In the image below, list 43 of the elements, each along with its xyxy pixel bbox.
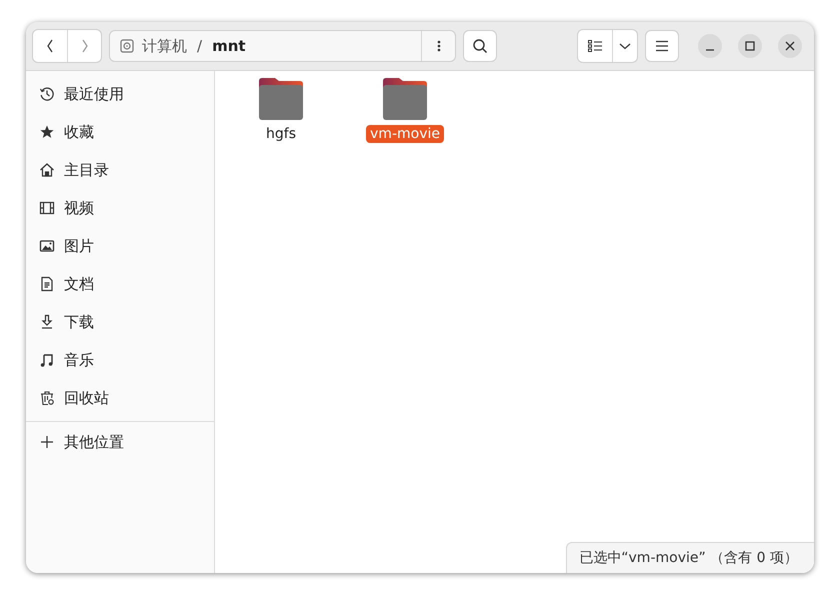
maximize-button[interactable] (738, 34, 762, 58)
file-name[interactable]: hgfs (262, 125, 300, 143)
sidebar-item[interactable]: 其他位置 (26, 423, 214, 461)
close-button[interactable] (778, 34, 802, 58)
plus-icon (39, 434, 55, 450)
download-icon (39, 314, 55, 330)
folder-icon (381, 77, 429, 121)
sidebar-item[interactable]: 下载 (26, 303, 214, 341)
minimize-icon (705, 49, 715, 51)
folder-icon (257, 77, 305, 121)
sidebar-item[interactable]: 收藏 (26, 113, 214, 151)
image-icon (39, 238, 55, 254)
status-bar: 已选中“vm-movie” （含有 0 项） (566, 542, 814, 573)
forward-icon (80, 38, 90, 54)
search-button[interactable] (463, 30, 497, 62)
clock-icon (39, 86, 55, 102)
sidebar-item[interactable]: 最近使用 (26, 75, 214, 113)
music-note-icon (39, 352, 55, 368)
home-icon (39, 162, 55, 178)
disk-icon (120, 39, 134, 53)
path-segment[interactable]: mnt (212, 37, 246, 55)
sidebar-item[interactable]: 视频 (26, 189, 214, 227)
maximize-icon (745, 41, 755, 51)
sidebar-item[interactable]: 图片 (26, 227, 214, 265)
sidebar-item[interactable]: 音乐 (26, 341, 214, 379)
menu-button[interactable] (645, 30, 679, 62)
path-segment[interactable]: 计算机 (142, 36, 187, 56)
list-view-icon (588, 40, 602, 52)
path-separator: / (197, 37, 202, 55)
menu-icon (655, 40, 669, 52)
search-icon (472, 38, 488, 54)
star-icon (39, 124, 55, 140)
back-icon (45, 38, 55, 54)
sidebar-item[interactable]: 回收站 (26, 379, 214, 417)
close-icon (785, 41, 795, 51)
sidebar-item[interactable]: 主目录 (26, 151, 214, 189)
more-icon (436, 39, 440, 53)
file-name[interactable]: vm-movie (366, 125, 444, 143)
chevron-down-icon (619, 42, 631, 50)
trash-icon (39, 390, 55, 406)
sidebar-item[interactable]: 文档 (26, 265, 214, 303)
document-icon (39, 276, 55, 292)
film-icon (39, 200, 55, 216)
